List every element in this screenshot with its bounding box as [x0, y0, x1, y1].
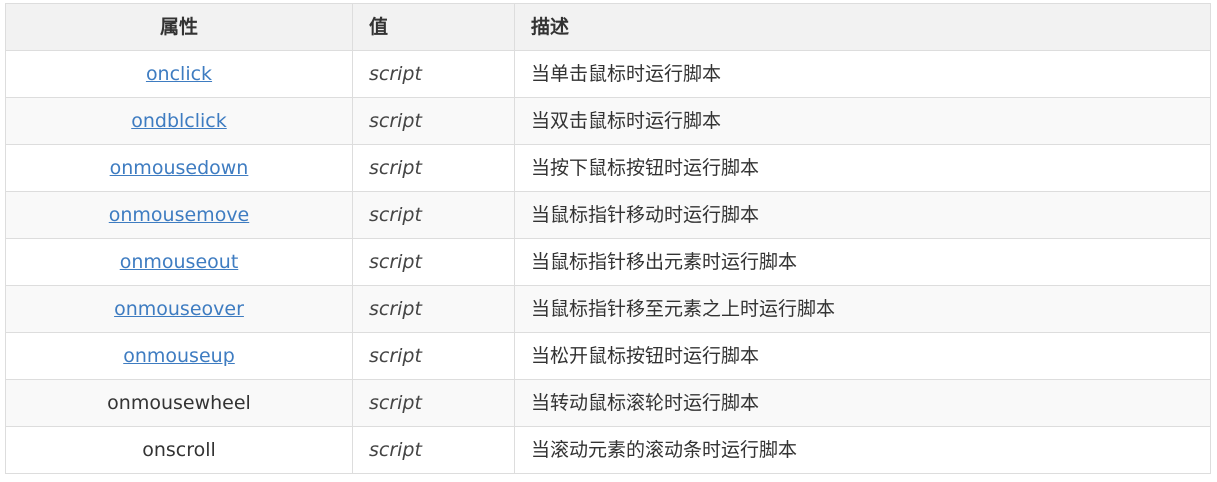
attribute-cell: ondblclick	[5, 97, 353, 145]
table-header-row: 属性 值 描述	[5, 3, 1211, 51]
attribute-link[interactable]: onmouseup	[123, 345, 235, 367]
description-cell: 当鼠标指针移至元素之上时运行脚本	[514, 285, 1211, 333]
description-cell: 当双击鼠标时运行脚本	[514, 97, 1211, 145]
value-cell: script	[352, 332, 515, 380]
attribute-cell: onmouseover	[5, 285, 353, 333]
description-cell: 当滚动元素的滚动条时运行脚本	[514, 426, 1211, 474]
table-row: onmouseover script 当鼠标指针移至元素之上时运行脚本	[5, 285, 1211, 333]
mouse-events-table: 属性 值 描述 onclick script 当单击鼠标时运行脚本 ondblclic…	[5, 3, 1211, 474]
attribute-link[interactable]: onclick	[146, 63, 212, 85]
table-row: onmouseout script 当鼠标指针移出元素时运行脚本	[5, 238, 1211, 286]
attribute-cell: onmousemove	[5, 191, 353, 239]
value-cell: script	[352, 50, 515, 98]
description-cell: 当单击鼠标时运行脚本	[514, 50, 1211, 98]
table-row: onscroll script 当滚动元素的滚动条时运行脚本	[5, 426, 1211, 474]
attribute-cell: onmouseout	[5, 238, 353, 286]
attribute-cell: onmouseup	[5, 332, 353, 380]
description-cell: 当按下鼠标按钮时运行脚本	[514, 144, 1211, 192]
table-row: onclick script 当单击鼠标时运行脚本	[5, 50, 1211, 98]
description-cell: 当鼠标指针移动时运行脚本	[514, 191, 1211, 239]
attribute-link[interactable]: onmousemove	[109, 204, 250, 226]
value-cell: script	[352, 191, 515, 239]
value-cell: script	[352, 379, 515, 427]
table-row: ondblclick script 当双击鼠标时运行脚本	[5, 97, 1211, 145]
table-row: onmousewheel script 当转动鼠标滚轮时运行脚本	[5, 379, 1211, 427]
table-body: onclick script 当单击鼠标时运行脚本 ondblclick script 当…	[5, 50, 1211, 474]
attribute-link[interactable]: ondblclick	[131, 110, 227, 132]
attribute-cell: onmousedown	[5, 144, 353, 192]
attribute-cell: onscroll	[5, 426, 353, 474]
attribute-link[interactable]: onmousedown	[110, 157, 249, 179]
value-cell: script	[352, 238, 515, 286]
attribute-link[interactable]: onmouseover	[114, 298, 244, 320]
description-cell: 当转动鼠标滚轮时运行脚本	[514, 379, 1211, 427]
table-row: onmouseup script 当松开鼠标按钮时运行脚本	[5, 332, 1211, 380]
value-cell: script	[352, 144, 515, 192]
table-row: onmousemove script 当鼠标指针移动时运行脚本	[5, 191, 1211, 239]
attribute-cell: onclick	[5, 50, 353, 98]
description-cell: 当鼠标指针移出元素时运行脚本	[514, 238, 1211, 286]
value-cell: script	[352, 285, 515, 333]
table-row: onmousedown script 当按下鼠标按钮时运行脚本	[5, 144, 1211, 192]
header-description: 描述	[514, 3, 1211, 51]
description-cell: 当松开鼠标按钮时运行脚本	[514, 332, 1211, 380]
attribute-cell: onmousewheel	[5, 379, 353, 427]
value-cell: script	[352, 97, 515, 145]
attribute-link[interactable]: onmouseout	[120, 251, 239, 273]
header-attribute: 属性	[5, 3, 353, 51]
attribute-name: onscroll	[142, 439, 216, 461]
value-cell: script	[352, 426, 515, 474]
header-value: 值	[352, 3, 515, 51]
attribute-name: onmousewheel	[107, 392, 251, 414]
